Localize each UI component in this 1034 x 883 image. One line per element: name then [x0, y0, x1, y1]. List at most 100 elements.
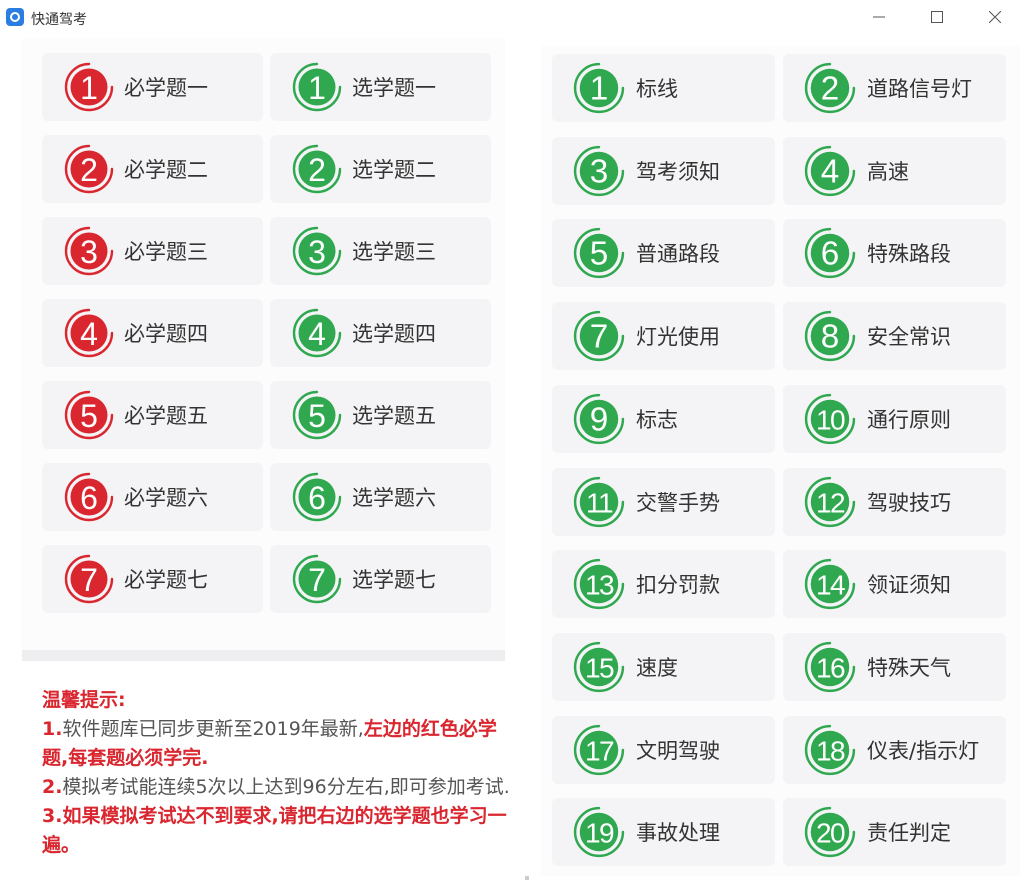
- topic-tile-2[interactable]: 2 道路信号灯: [783, 54, 1006, 122]
- svg-text:2: 2: [821, 71, 840, 108]
- svg-text:5: 5: [80, 398, 98, 434]
- svg-text:6: 6: [821, 236, 840, 273]
- topic-tile-14[interactable]: 14 领证须知: [783, 550, 1006, 619]
- optional-study-tile-4[interactable]: 4 选学题四: [270, 299, 491, 367]
- number-badge-icon: 4: [292, 308, 342, 358]
- optional-study-tile-7[interactable]: 7 选学题七: [270, 545, 491, 613]
- minimize-button[interactable]: [850, 0, 908, 34]
- topic-tile-15[interactable]: 15 速度: [552, 632, 775, 701]
- topic-tile-13[interactable]: 13 扣分罚款: [552, 550, 775, 619]
- optional-study-tile-2[interactable]: 2 选学题二: [270, 135, 491, 203]
- tip-2-text: 模拟考试能连续5次以上达到96分左右,即可参加考试.: [62, 776, 510, 798]
- topic-tile-19[interactable]: 19 事故处理: [552, 798, 775, 867]
- topic-tile-16[interactable]: 16 特殊天气: [783, 632, 1006, 701]
- number-badge-icon: 6: [64, 472, 114, 522]
- svg-text:4: 4: [308, 316, 326, 352]
- topic-tile-9[interactable]: 9 标志: [552, 384, 775, 453]
- topic-tile-3[interactable]: 3 驾考须知: [552, 136, 775, 205]
- tile-label: 选学题六: [352, 486, 436, 510]
- tile-label: 责任判定: [867, 821, 951, 846]
- tip-line-3: 3.如果模拟考试达不到要求,请把右边的选学题也学习一遍。: [42, 805, 507, 856]
- number-badge-icon: 18: [804, 724, 856, 776]
- optional-study-tile-6[interactable]: 6 选学题六: [270, 463, 491, 531]
- svg-text:2: 2: [308, 152, 326, 188]
- number-badge-icon: 7: [64, 554, 114, 604]
- must-study-tile-4[interactable]: 4 必学题四: [42, 299, 263, 367]
- svg-text:6: 6: [308, 480, 326, 516]
- tile-label: 标志: [636, 407, 678, 432]
- svg-text:18: 18: [816, 735, 845, 766]
- svg-text:7: 7: [308, 562, 326, 598]
- tile-label: 标线: [636, 77, 678, 101]
- svg-text:11: 11: [586, 487, 613, 518]
- tile-label: 速度: [636, 655, 678, 680]
- number-badge-icon: 1: [64, 62, 114, 112]
- must-study-tile-7[interactable]: 7 必学题七: [42, 545, 263, 613]
- tile-label: 领证须知: [867, 573, 951, 598]
- optional-study-tile-3[interactable]: 3 选学题三: [270, 217, 491, 285]
- number-badge-icon: 7: [292, 554, 342, 604]
- must-study-tile-5[interactable]: 5 必学题五: [42, 381, 263, 449]
- app-logo-icon: [6, 8, 24, 26]
- tile-label: 灯光使用: [636, 325, 720, 350]
- svg-text:19: 19: [585, 818, 614, 849]
- optional-study-tile-5[interactable]: 5 选学题五: [270, 381, 491, 449]
- number-badge-icon: 1: [573, 62, 625, 114]
- svg-text:17: 17: [585, 735, 614, 766]
- svg-text:7: 7: [80, 562, 98, 598]
- number-badge-icon: 11: [573, 476, 625, 528]
- tile-label: 高速: [867, 159, 909, 184]
- tile-label: 必学题一: [124, 76, 208, 100]
- optional-study-tile-1[interactable]: 1 选学题一: [270, 53, 491, 121]
- resize-grip[interactable]: [525, 876, 529, 880]
- tile-label: 特殊路段: [867, 242, 951, 267]
- tile-label: 必学题四: [124, 322, 208, 346]
- tile-label: 通行原则: [867, 407, 951, 432]
- topic-tile-6[interactable]: 6 特殊路段: [783, 219, 1006, 288]
- number-badge-icon: 5: [573, 227, 625, 279]
- title-bar: 快通驾考: [0, 0, 1034, 36]
- tip-line-1: 1.软件题库已同步更新至2019年最新,左边的红色必学题,每套题必须学完.: [42, 715, 512, 773]
- topic-tile-20[interactable]: 20 责任判定: [783, 798, 1006, 867]
- tip-1-text: 软件题库已同步更新至2019年最新,: [62, 718, 364, 740]
- must-study-tile-6[interactable]: 6 必学题六: [42, 463, 263, 531]
- topic-tile-12[interactable]: 12 驾驶技巧: [783, 467, 1006, 536]
- number-badge-icon: 10: [804, 393, 856, 445]
- number-badge-icon: 19: [573, 806, 625, 858]
- topic-tile-4[interactable]: 4 高速: [783, 136, 1006, 205]
- svg-text:13: 13: [585, 570, 614, 601]
- tips-title: 温馨提示:: [42, 689, 126, 711]
- topic-tile-7[interactable]: 7 灯光使用: [552, 302, 775, 371]
- number-badge-icon: 20: [804, 806, 856, 858]
- number-badge-icon: 13: [573, 558, 625, 610]
- topic-tile-8[interactable]: 8 安全常识: [783, 302, 1006, 371]
- number-badge-icon: 3: [64, 226, 114, 276]
- maximize-icon: [931, 11, 943, 23]
- svg-text:1: 1: [80, 70, 98, 106]
- tile-label: 必学题六: [124, 486, 208, 510]
- svg-text:20: 20: [816, 818, 845, 849]
- must-study-tile-3[interactable]: 3 必学题三: [42, 217, 263, 285]
- svg-text:12: 12: [816, 487, 845, 518]
- number-badge-icon: 1: [292, 62, 342, 112]
- number-badge-icon: 4: [64, 308, 114, 358]
- number-badge-icon: 2: [292, 144, 342, 194]
- must-study-tile-1[interactable]: 1 必学题一: [42, 53, 263, 121]
- close-button[interactable]: [966, 0, 1024, 34]
- maximize-button[interactable]: [908, 0, 966, 34]
- must-study-tile-2[interactable]: 2 必学题二: [42, 135, 263, 203]
- topic-tile-11[interactable]: 11 交警手势: [552, 467, 775, 536]
- topic-tile-18[interactable]: 18 仪表/指示灯: [783, 715, 1006, 784]
- tile-label: 驾驶技巧: [867, 490, 951, 515]
- number-badge-icon: 2: [64, 144, 114, 194]
- topic-tile-10[interactable]: 10 通行原则: [783, 384, 1006, 453]
- topic-tile-17[interactable]: 17 文明驾驶: [552, 715, 775, 784]
- number-badge-icon: 8: [804, 310, 856, 362]
- topic-tile-1[interactable]: 1 标线: [552, 54, 775, 122]
- minimize-icon: [873, 16, 885, 18]
- tile-label: 扣分罚款: [636, 573, 720, 598]
- number-badge-icon: 15: [573, 641, 625, 693]
- tile-label: 驾考须知: [636, 159, 720, 184]
- number-badge-icon: 5: [64, 390, 114, 440]
- topic-tile-5[interactable]: 5 普通路段: [552, 219, 775, 288]
